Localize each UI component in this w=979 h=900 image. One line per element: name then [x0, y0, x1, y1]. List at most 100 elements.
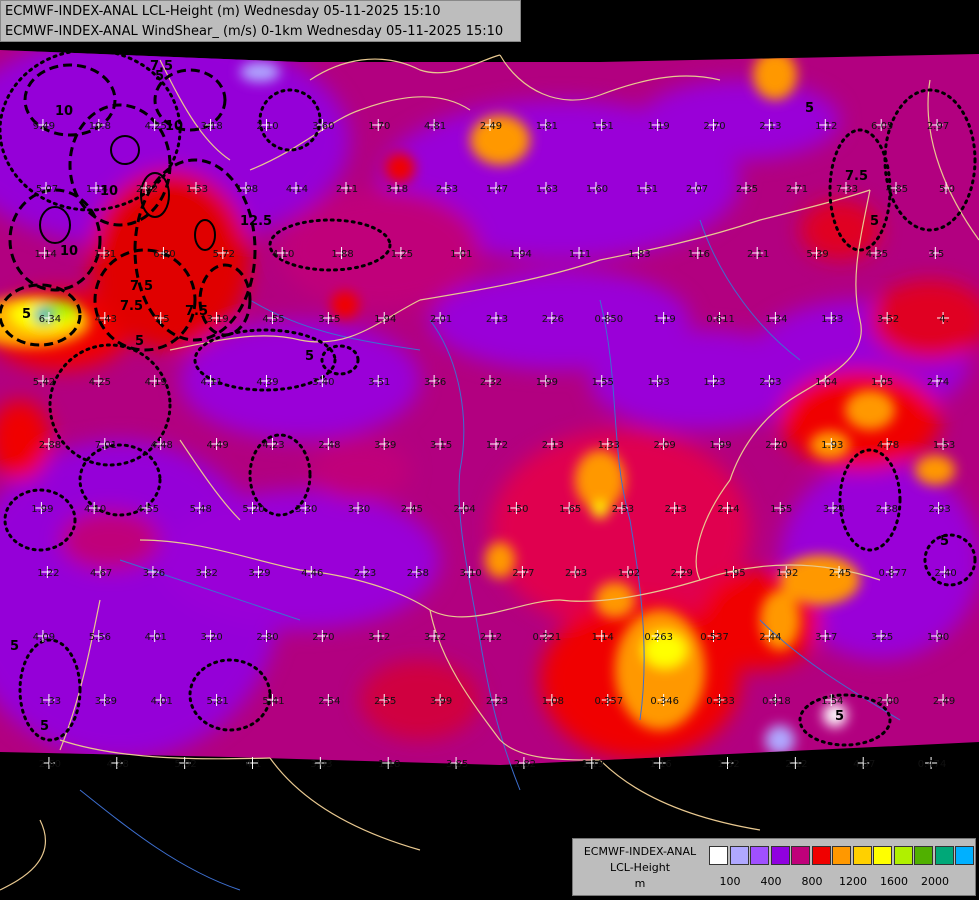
- station-value: 1.19: [582, 759, 604, 770]
- station-value: 2.03: [565, 568, 587, 579]
- station-value: 6.05: [871, 121, 893, 132]
- station-value: 2.74: [927, 377, 949, 388]
- legend-line-2: LCL-Height: [609, 861, 671, 874]
- station-value: 4.35: [866, 249, 888, 260]
- contour-label: 7.5: [120, 299, 143, 314]
- station-value: 2.55: [374, 696, 396, 707]
- legend-swatch: [914, 846, 933, 865]
- legend-swatch: [832, 846, 851, 865]
- station-value: 1.94: [510, 249, 532, 260]
- station-value: 3.89: [95, 696, 117, 707]
- station-value: 5.72: [213, 249, 235, 260]
- station-value: 1.54: [821, 696, 843, 707]
- station-value: 1.32: [717, 759, 739, 770]
- contour-label: 12.5: [240, 214, 272, 229]
- station-value: 5.07: [36, 184, 58, 195]
- station-value: 4.78: [877, 440, 899, 451]
- station-value: 4.14: [286, 184, 308, 195]
- station-value: 2.26: [542, 314, 564, 325]
- station-value: 2.49: [933, 696, 955, 707]
- station-value: 4.49: [206, 440, 228, 451]
- station-value: 2.35: [736, 184, 758, 195]
- station-value: 1.90: [927, 632, 949, 643]
- station-value: 1.31: [94, 249, 116, 260]
- station-value: 4.55: [262, 314, 284, 325]
- legend-swatch: [750, 846, 769, 865]
- legend-tick: 400: [760, 875, 782, 888]
- station-value: 3.29: [248, 568, 270, 579]
- station-value: 4.11: [200, 377, 222, 388]
- station-value: 2.60: [39, 759, 61, 770]
- station-value: 6.34: [39, 314, 61, 325]
- contour-label: 5: [940, 534, 949, 549]
- station-value: 1.14: [592, 632, 614, 643]
- station-value: 2.29: [671, 568, 693, 579]
- station-value: 1.51: [592, 121, 614, 132]
- station-value: 2.45: [829, 568, 851, 579]
- station-value: 1.81: [536, 121, 558, 132]
- station-value: 1.72: [486, 440, 508, 451]
- station-value: 2.82: [136, 184, 158, 195]
- station-value: 5.56: [89, 632, 111, 643]
- station-value: 2.77: [512, 568, 534, 579]
- station-value: 1.98: [236, 184, 258, 195]
- station-value: 1.25: [391, 249, 413, 260]
- title-line-1: ECMWF-INDEX-ANAL LCL-Height (m) Wednesda…: [5, 4, 441, 19]
- legend-line-1: ECMWF-INDEX-ANAL: [583, 845, 697, 858]
- station-value: 2.23: [354, 568, 376, 579]
- station-value: 2.11: [747, 249, 769, 260]
- station-value: 2.00: [877, 696, 899, 707]
- station-value: 3.12: [368, 632, 390, 643]
- station-value: 10.8: [89, 121, 111, 132]
- station-value: 2.11: [336, 184, 358, 195]
- station-value: 1.99: [536, 377, 558, 388]
- station-value: 1.11: [569, 249, 591, 260]
- station-value: 6.80: [153, 249, 175, 260]
- title-line-2: ECMWF-INDEX-ANAL WindShear_ (m/s) 0-1km …: [5, 24, 504, 39]
- station-value: 1.18: [378, 759, 400, 770]
- station-value: 1.47: [486, 184, 508, 195]
- station-value: 5.42: [33, 377, 55, 388]
- contour-label: 7.5: [845, 169, 868, 184]
- station-value: 2.09: [654, 440, 676, 451]
- station-value: 1.70: [368, 121, 390, 132]
- station-value: 0.221: [533, 632, 562, 643]
- station-value: 1.05: [871, 377, 893, 388]
- station-value: 2.23: [486, 696, 508, 707]
- station-value: 3.5: [928, 249, 944, 260]
- station-value: 0.357: [594, 696, 623, 707]
- station-value: 4.01: [145, 632, 167, 643]
- station-value: 1.33: [821, 314, 843, 325]
- contour-label: 5: [40, 719, 49, 734]
- station-value: 3.18: [200, 121, 222, 132]
- station-value: 1.23: [703, 377, 725, 388]
- station-value: 1.65: [559, 504, 581, 515]
- station-value: 3.25: [871, 632, 893, 643]
- station-value: 1.53: [933, 440, 955, 451]
- legend-tick: 1600: [880, 875, 908, 888]
- contour-label: 5: [305, 349, 314, 364]
- station-value: 2.70: [312, 632, 334, 643]
- station-value: 3.18: [386, 184, 408, 195]
- station-value: 2.12: [480, 632, 502, 643]
- station-value: 2.71: [786, 184, 808, 195]
- station-value: 5.0: [939, 184, 955, 195]
- legend-tick: 2000: [921, 875, 949, 888]
- station-value: 2.20: [765, 440, 787, 451]
- legend-swatch: [893, 846, 913, 865]
- station-value: 1.12: [815, 121, 837, 132]
- station-value: 4.81: [424, 121, 446, 132]
- station-value: 4.09: [33, 632, 55, 643]
- station-value: 1.34: [765, 314, 787, 325]
- station-value: 2.40: [934, 568, 956, 579]
- contour-label: 10: [165, 119, 183, 134]
- station-value: 2.01: [430, 314, 452, 325]
- station-value: 0.474: [918, 759, 947, 770]
- station-value: 3.15: [318, 314, 340, 325]
- station-value: 0.918: [762, 696, 791, 707]
- station-value: 2.07: [686, 184, 708, 195]
- station-value: 1.83: [628, 249, 650, 260]
- station-value: 3.30: [348, 504, 370, 515]
- station-value: 4.25: [89, 377, 111, 388]
- station-value: 1.99: [709, 440, 731, 451]
